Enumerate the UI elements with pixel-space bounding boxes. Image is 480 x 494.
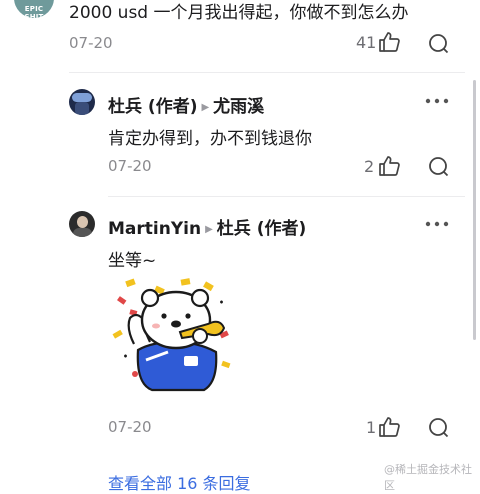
reply-like-count: 2 [364,157,375,176]
reply-text: 坐等~ [108,251,157,271]
reply-arrow-icon: ▶ [205,224,213,235]
separator [108,196,465,197]
scrollbar[interactable] [473,80,476,340]
reply-avatar[interactable] [69,89,95,115]
reply-avatar[interactable] [69,211,95,237]
reply-author[interactable]: 杜兵 (作者) ▶ 尤雨溪 [108,92,264,117]
view-all-replies-link[interactable]: 查看全部 16 条回复 [108,470,251,494]
comment-icon[interactable] [428,156,450,178]
reply-author-name: 杜兵 (作者) [108,97,198,117]
more-icon[interactable] [425,221,449,227]
reply-date: 07-20 [108,418,152,436]
top-comment-like-count: 41 [356,33,377,52]
reply-to-name: 尤雨溪 [213,97,265,117]
reply-like-count: 1 [366,418,377,437]
separator [69,72,465,73]
reply-arrow-icon: ▶ [201,102,210,113]
comment-icon[interactable] [428,33,450,55]
reply-text: 肯定办得到，办不到钱退你 [108,129,312,149]
reply-author[interactable]: MartinYin ▶ 杜兵 (作者) [108,214,306,239]
watermark: @稀土掘金技术社区 [384,463,472,492]
bear-sticker[interactable] [108,272,238,402]
reply-to-name: 杜兵 (作者) [216,219,307,239]
like-icon[interactable] [378,31,402,53]
reply-author-name: MartinYin [108,219,202,239]
more-icon[interactable] [425,98,449,104]
avatar-text: EPIC SHIT [24,5,44,18]
like-icon[interactable] [378,155,402,177]
top-comment-date: 07-20 [69,34,113,52]
like-icon[interactable] [378,416,402,438]
reply-date: 07-20 [108,157,152,175]
comment-icon[interactable] [428,417,450,439]
top-comment-text: 2000 usd 一个月我出得起，你做不到怎么办 [69,3,409,23]
top-comment-avatar[interactable]: EPIC SHIT [14,0,54,18]
